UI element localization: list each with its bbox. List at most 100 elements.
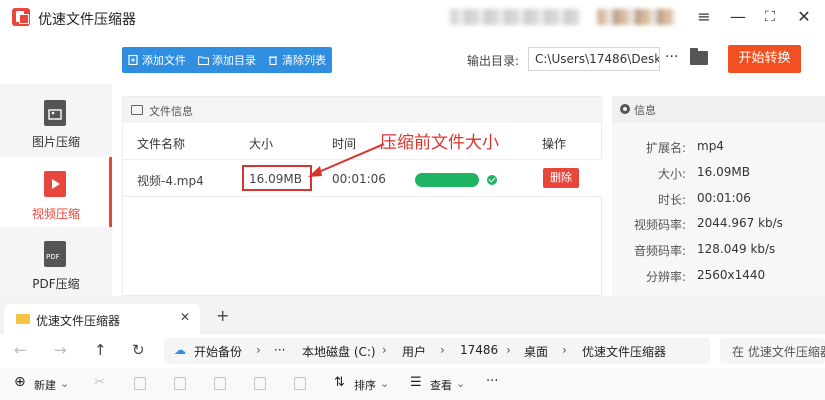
file-size: 16.09MB: [249, 172, 302, 186]
chevron-right-icon: ›: [562, 343, 567, 357]
share-icon[interactable]: [254, 377, 266, 390]
title-bar: 优速文件压缩器 ≡ — ⛶ ✕: [0, 0, 825, 34]
address-row: ← → ↑ ↻ ☁ 开始备份 › ··· 本地磁盘 (C:) › 用户 › 17…: [0, 334, 825, 368]
add-directory-label: 添加目录: [212, 54, 256, 67]
info-value: 2044.967 kb/s: [697, 216, 783, 230]
paste-icon[interactable]: [174, 377, 186, 390]
start-convert-button[interactable]: 开始转换: [728, 45, 801, 73]
view-button[interactable]: 查看: [430, 377, 452, 393]
app-title: 优速文件压缩器: [38, 12, 136, 28]
info-key: 音频码率:: [633, 244, 686, 258]
search-placeholder: 在 优速文件压缩器: [732, 345, 825, 359]
app-window: 优速文件压缩器 ≡ — ⛶ ✕ 添加文件 添加目录 清除列表 输出目录: C:\…: [0, 0, 825, 296]
file-button-group: 添加文件 添加目录 清除列表: [122, 47, 332, 73]
rename-icon[interactable]: [214, 377, 226, 390]
view-icon: ☰: [410, 375, 422, 390]
search-input[interactable]: 在 优速文件压缩器: [720, 338, 825, 364]
info-key: 大小:: [657, 167, 686, 181]
plus-icon: ⊕: [14, 374, 26, 390]
output-dir-field[interactable]: C:\Users\17486\Deskto: [528, 47, 660, 71]
add-file-button[interactable]: 添加文件: [128, 52, 186, 68]
back-icon[interactable]: ←: [14, 341, 27, 359]
sidebar-item-label: PDF压缩: [32, 277, 80, 291]
file-explorer-window: 优速文件压缩器 ✕ + ← → ↑ ↻ ☁ 开始备份 › ··· 本地磁盘 (C…: [0, 296, 825, 400]
forward-icon[interactable]: →: [54, 341, 67, 359]
breadcrumb[interactable]: 开始备份: [194, 343, 242, 360]
column-header-name: 文件名称: [137, 137, 186, 151]
close-tab-icon[interactable]: ✕: [180, 310, 190, 324]
toolbar: 添加文件 添加目录 清除列表 输出目录: C:\Users\17486\Desk…: [0, 34, 825, 84]
file-panel-title: 文件信息: [149, 105, 193, 118]
add-file-icon: [128, 54, 138, 66]
chevron-down-icon: ⌄: [60, 377, 70, 390]
pdf-file-icon: PDF: [44, 241, 66, 267]
info-value: mp4: [697, 139, 724, 153]
chevron-right-icon: ›: [256, 343, 261, 357]
file-panel-header: 文件信息: [123, 97, 603, 123]
clear-list-label: 清除列表: [282, 54, 326, 67]
maximize-icon[interactable]: ⛶: [760, 7, 780, 27]
progress-bar: [415, 173, 479, 187]
delete-icon[interactable]: [294, 377, 306, 390]
menu-icon[interactable]: ≡: [694, 7, 714, 27]
redacted-avatar: [597, 9, 675, 25]
breadcrumb[interactable]: 17486: [460, 343, 498, 357]
chevron-down-icon: ⌄: [456, 377, 466, 390]
chevron-right-icon: ›: [382, 343, 387, 357]
column-header-size: 大小: [249, 137, 274, 151]
breadcrumb[interactable]: 桌面: [524, 343, 548, 360]
video-file-icon: [44, 171, 66, 197]
pdf-badge: PDF: [46, 253, 60, 261]
sidebar-item-image-compress[interactable]: 图片压缩: [0, 84, 112, 154]
explorer-tab[interactable]: 优速文件压缩器 ✕: [4, 304, 200, 334]
breadcrumb[interactable]: 优速文件压缩器: [582, 343, 666, 360]
sort-button[interactable]: 排序: [354, 377, 376, 393]
info-key: 视频码率:: [633, 218, 686, 232]
refresh-icon[interactable]: ↻: [132, 341, 145, 359]
info-panel-title: 信息: [634, 104, 656, 117]
breadcrumb[interactable]: 本地磁盘 (C:): [302, 343, 376, 360]
command-bar: ⊕ 新建 ⌄ ✂ ⇅ 排序 ⌄ ☰ 查看 ⌄ ···: [0, 368, 825, 400]
delete-button[interactable]: 删除: [543, 168, 579, 188]
annotation-label: 压缩前文件大小: [380, 133, 499, 153]
info-value: 16.09MB: [697, 165, 750, 179]
breadcrumb[interactable]: ···: [274, 343, 285, 357]
open-folder-icon[interactable]: [690, 48, 708, 65]
more-button[interactable]: ···: [486, 374, 498, 389]
address-bar[interactable]: ☁ 开始备份 › ··· 本地磁盘 (C:) › 用户 › 17486 › 桌面…: [164, 338, 710, 364]
info-panel-header: 信息: [612, 96, 825, 122]
column-header-action: 操作: [542, 137, 567, 151]
backup-icon: ☁: [174, 343, 186, 357]
info-key: 扩展名:: [645, 141, 686, 155]
info-value: 128.049 kb/s: [697, 242, 776, 256]
more-options-button[interactable]: ···: [665, 49, 678, 65]
output-dir-label: 输出目录:: [467, 54, 520, 68]
info-value: 2560x1440: [697, 268, 766, 282]
sidebar-item-pdf-compress[interactable]: PDF PDF压缩: [0, 227, 112, 297]
file-name: 视频-4.mp4: [137, 174, 204, 188]
app-logo-icon: [12, 8, 30, 26]
chevron-right-icon: ›: [440, 343, 445, 357]
close-icon[interactable]: ✕: [794, 7, 814, 27]
copy-icon[interactable]: [134, 377, 146, 390]
sidebar-item-video-compress[interactable]: 视频压缩: [0, 157, 112, 227]
info-key: 分辨率:: [645, 270, 686, 284]
clear-list-button[interactable]: 清除列表: [268, 52, 326, 68]
gear-icon: [620, 104, 630, 114]
annotation-arrow: [308, 143, 385, 177]
trash-icon: [268, 55, 278, 66]
sidebar-item-label: 图片压缩: [31, 135, 80, 149]
breadcrumb[interactable]: 用户: [402, 343, 426, 360]
add-file-label: 添加文件: [142, 54, 186, 67]
add-directory-button[interactable]: 添加目录: [197, 52, 256, 68]
info-panel: 信息 扩展名: mp4 大小: 16.09MB 时长: 00:01:06 视频码…: [612, 96, 825, 296]
chevron-down-icon: ⌄: [380, 377, 390, 390]
sidebar: 图片压缩 视频压缩 PDF PDF压缩: [0, 84, 112, 296]
chevron-right-icon: ›: [506, 343, 511, 357]
up-icon[interactable]: ↑: [94, 341, 107, 359]
new-button[interactable]: 新建: [34, 377, 56, 393]
minimize-icon[interactable]: —: [728, 7, 748, 27]
redacted-user-info: [450, 9, 580, 25]
cut-icon[interactable]: ✂: [94, 375, 105, 390]
new-tab-button[interactable]: +: [216, 306, 229, 325]
